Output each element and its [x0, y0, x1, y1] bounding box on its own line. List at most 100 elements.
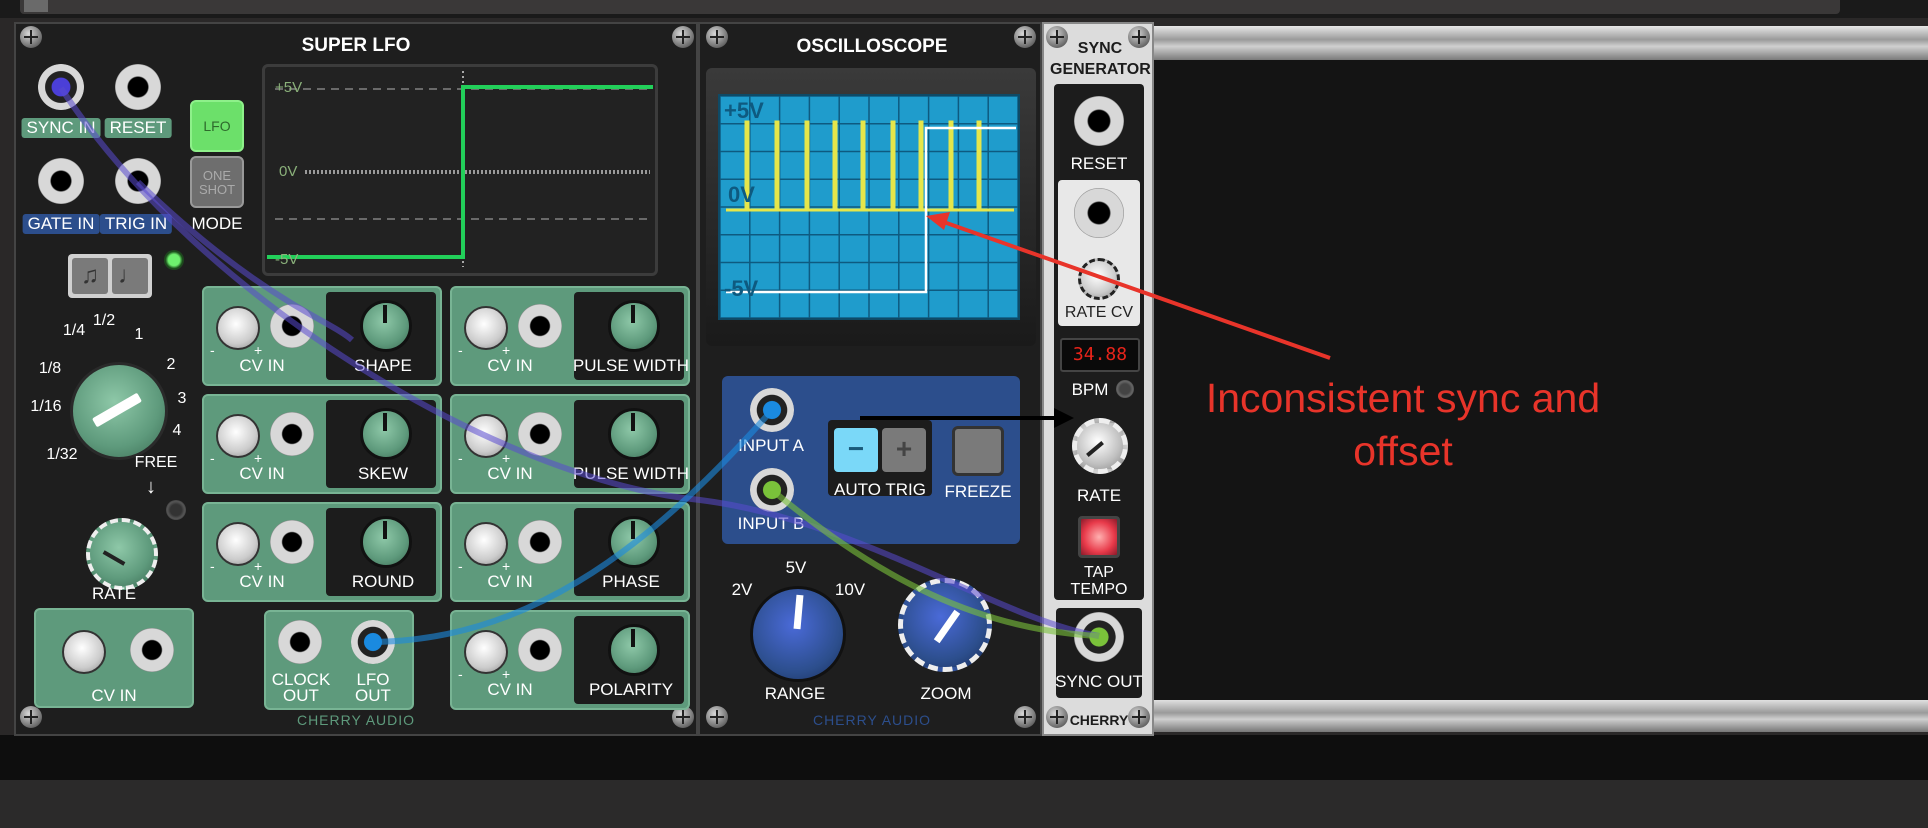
lfo-out-label-2: OUT — [355, 686, 391, 705]
zoom-label: ZOOM — [920, 684, 972, 703]
cv-in-jack[interactable] — [518, 628, 562, 672]
screw-icon — [706, 706, 728, 728]
range-knob[interactable] — [750, 586, 846, 682]
round-knob[interactable] — [360, 516, 412, 568]
rate-mark-2: 2 — [166, 356, 176, 373]
knob-pointer — [383, 521, 387, 539]
knob-pointer — [631, 629, 635, 647]
screw-icon — [1128, 706, 1150, 728]
cv-in-jack[interactable] — [270, 412, 314, 456]
sync-out-jack[interactable] — [1074, 612, 1124, 662]
param-label-shape: SHAPE — [354, 356, 412, 375]
reset-jack[interactable] — [115, 64, 161, 110]
rate-mark-1-16: 1/16 — [30, 398, 62, 415]
rate-mark-1-4: 1/4 — [62, 322, 86, 339]
sync-reset-jack[interactable] — [1074, 96, 1124, 146]
sync-out-label: SYNC OUT — [1055, 672, 1143, 691]
sync-rate-label: RATE — [1076, 486, 1122, 505]
free-arrow-icon: ↓ — [146, 476, 156, 498]
screw-icon — [1046, 706, 1068, 728]
tap-tempo-button[interactable] — [1078, 516, 1120, 558]
mode-label: MODE — [191, 214, 243, 233]
rack-rail-bottom — [1150, 700, 1928, 732]
lfo-out-jack[interactable] — [351, 620, 395, 664]
param-label-skew: SKEW — [357, 464, 409, 483]
rate-knob[interactable] — [86, 518, 158, 590]
trig-minus-button[interactable]: − — [834, 428, 878, 472]
input-a-jack[interactable] — [750, 388, 794, 432]
rate-label: RATE — [91, 584, 137, 603]
cv-in-jack[interactable] — [518, 412, 562, 456]
rate-division-pointer — [91, 392, 143, 428]
param-label-pulse_width: PULSE WIDTH — [572, 464, 690, 483]
cv-in-jack[interactable] — [270, 520, 314, 564]
tap-label-2: TEMPO — [1070, 581, 1128, 598]
knob-pointer — [383, 305, 387, 323]
lfo-mode-button[interactable]: LFO — [190, 100, 244, 152]
one-shot-mode-button[interactable]: ONE SHOT — [190, 156, 244, 208]
sync-reset-label: RESET — [1070, 154, 1128, 173]
free-label: FREE — [134, 454, 178, 471]
trig-plus-button[interactable]: + — [882, 428, 926, 472]
one-shot-label-2: SHOT — [198, 182, 236, 197]
sync-rate-cv-jack[interactable] — [1074, 188, 1124, 238]
gate-in-jack[interactable] — [38, 158, 84, 204]
oscilloscope-brand: CHERRY AUDIO — [812, 712, 932, 728]
skew-knob[interactable] — [360, 408, 412, 460]
param-label-polarity: POLARITY — [588, 680, 674, 699]
lfo-display: +5V 0V -5V — [262, 64, 658, 276]
top-scrollbar[interactable] — [20, 0, 1840, 14]
phase-knob[interactable] — [608, 516, 660, 568]
cv-in-jack[interactable] — [270, 304, 314, 348]
rack-rail-top — [1150, 26, 1928, 60]
gate-in-label: GATE IN — [22, 214, 100, 234]
sync-in-jack[interactable] — [38, 64, 84, 110]
screw-icon — [20, 26, 42, 48]
pulse-width-knob[interactable] — [608, 300, 660, 352]
bpm-label: BPM — [1071, 380, 1109, 399]
super-lfo-brand: CHERRY AUDIO — [296, 712, 416, 728]
cv-in-label: CV IN — [487, 464, 533, 483]
rate-cv-jack[interactable] — [130, 628, 174, 672]
scope-minus-label: -5V — [724, 276, 759, 301]
zoom-knob[interactable] — [898, 578, 992, 672]
sync-rate-cv-knob[interactable] — [1078, 258, 1120, 300]
screw-icon — [672, 26, 694, 48]
cv-minus-mark: - — [210, 342, 215, 358]
trig-in-jack[interactable] — [115, 158, 161, 204]
bpm-led — [1116, 380, 1134, 398]
dotted-note-button[interactable]: ♩ — [112, 258, 148, 294]
rate-mark-1-2: 1/2 — [92, 312, 116, 329]
sync-in-label: SYNC IN — [21, 118, 101, 138]
polarity-knob[interactable] — [608, 624, 660, 676]
cv-in-label: CV IN — [487, 572, 533, 591]
shape-knob[interactable] — [360, 300, 412, 352]
straight-note-button[interactable]: ♫ — [72, 258, 108, 294]
pulse-width-knob[interactable] — [608, 408, 660, 460]
param-label-pulse_width: PULSE WIDTH — [572, 356, 690, 375]
cv-minus-mark: - — [210, 558, 215, 574]
cv-in-label: CV IN — [239, 356, 285, 375]
sync-rate-knob[interactable] — [1072, 418, 1128, 474]
cv-in-label: CV IN — [487, 680, 533, 699]
rate-cv-attenuator[interactable] — [62, 630, 106, 674]
clock-out-jack[interactable] — [278, 620, 322, 664]
rack-bottom-shadow — [0, 735, 1928, 780]
input-b-jack[interactable] — [750, 468, 794, 512]
range-knob-pointer — [793, 594, 804, 630]
cv-in-label: CV IN — [239, 464, 285, 483]
top-scroll-thumb[interactable] — [24, 0, 48, 12]
sync-generator-brand: CHERRY — [1069, 712, 1129, 728]
cv-in-jack[interactable] — [518, 520, 562, 564]
input-a-label: INPUT A — [738, 436, 804, 455]
annotation-line-2: offset — [1353, 428, 1453, 474]
range-mark-low: 2V — [731, 580, 753, 599]
freeze-button[interactable] — [952, 426, 1004, 476]
rate-division-knob[interactable] — [70, 362, 168, 460]
lfo-display-zero: 0V — [279, 163, 298, 180]
rate-cv-label: CV IN — [91, 686, 137, 705]
cv-in-jack[interactable] — [518, 304, 562, 348]
cv-minus-mark: - — [210, 450, 215, 466]
cv-in-label: CV IN — [487, 356, 533, 375]
screw-icon — [1014, 706, 1036, 728]
